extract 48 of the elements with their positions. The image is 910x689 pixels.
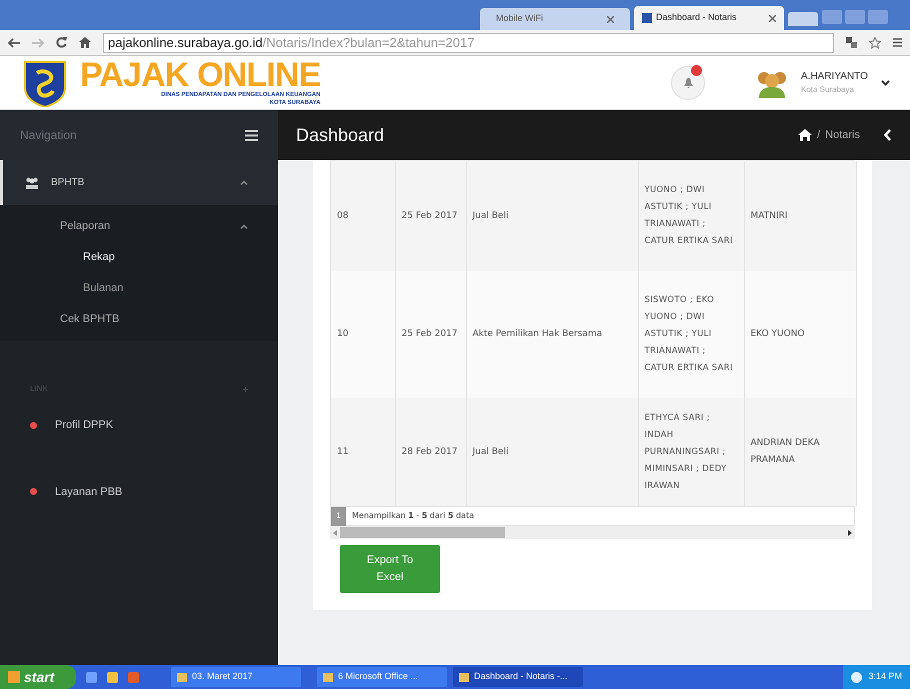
notification-button[interactable] <box>671 66 705 100</box>
submenu-item[interactable]: Cek BPHTB <box>0 304 278 335</box>
menu-icon[interactable] <box>893 38 902 47</box>
back-arrow-icon[interactable] <box>8 38 20 48</box>
sidebar-item[interactable]: BPHTB <box>0 160 278 205</box>
taskbar-button[interactable]: 03. Maret 2017 <box>171 667 301 687</box>
sidebar-link[interactable]: Layanan PBB <box>55 484 122 500</box>
star-icon[interactable] <box>869 36 881 48</box>
bell-icon <box>684 78 692 88</box>
export-button[interactable]: Export To Excel <box>340 545 440 593</box>
reload-icon[interactable] <box>56 37 67 48</box>
shield-logo-icon <box>22 58 68 106</box>
start-button[interactable]: start <box>0 665 76 689</box>
chevron-up-icon[interactable] <box>240 224 248 229</box>
scroll-right-icon[interactable] <box>848 530 852 536</box>
sidebar-link[interactable]: Profil DPPK <box>55 417 114 434</box>
submenu-item[interactable]: Rekap <box>83 249 115 266</box>
horizontal-scrollbar[interactable] <box>330 526 855 539</box>
browser-tab[interactable]: Dashboard - Notaris <box>634 6 784 30</box>
browser-tab[interactable]: Mobile WiFi <box>480 8 630 30</box>
users-icon <box>25 176 39 188</box>
windows-logo-icon <box>8 671 20 683</box>
taskbar-button[interactable]: Dashboard - Notaris -... <box>453 667 583 687</box>
close-icon[interactable] <box>769 14 776 22</box>
logo-title: PAJAK ONLINE <box>80 58 320 90</box>
page-title: Dashboard <box>296 124 384 146</box>
sidebar-title: Navigation <box>20 127 77 144</box>
address-field[interactable]: pajakonline.surabaya.go.id/Notaris/Index?bulan=2&tahun=2017 <box>103 32 834 52</box>
taskbar-button[interactable]: 6 Microsoft Office ... <box>317 667 447 687</box>
url-text: pajakonline.surabaya.go.id/Notaris/Index?bulan=2&tahun=2017 <box>108 34 474 52</box>
extension-icon[interactable] <box>846 37 857 48</box>
close-icon[interactable] <box>607 16 614 22</box>
breadcrumb-link[interactable]: Notaris <box>825 126 860 144</box>
submenu-item[interactable]: Pelaporan <box>0 211 278 242</box>
notification-badge <box>691 64 702 76</box>
clock: 3:14 PM <box>868 670 902 684</box>
chevron-left-icon[interactable] <box>884 129 892 141</box>
chevron-up-icon[interactable] <box>240 180 248 185</box>
user-city: Kota Surabaya <box>801 84 855 96</box>
user-name: A.HARIYANTO <box>801 70 869 84</box>
home-icon[interactable] <box>798 129 812 141</box>
home-icon[interactable] <box>79 37 91 48</box>
scroll-left-icon[interactable] <box>333 530 337 536</box>
table-summary: Menampilkan 1 - 5 dari 5 data <box>352 510 474 522</box>
submenu-item[interactable]: Bulanan <box>83 280 124 297</box>
breadcrumb-separator: / <box>817 128 820 143</box>
favicon-icon <box>642 13 652 23</box>
chevron-down-icon[interactable] <box>881 80 890 86</box>
